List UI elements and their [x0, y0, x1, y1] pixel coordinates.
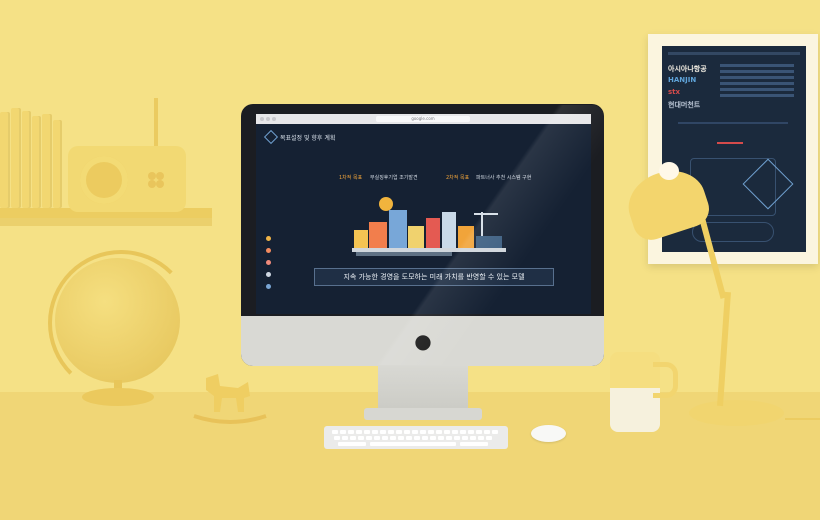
toy-horse-icon [193, 374, 267, 424]
screen-tagline: 지속 가능한 경영을 도모하는 미래 가치를 반영할 수 있는 모델 [314, 268, 554, 286]
goal1-text: 부실징후기업 조기발견 [370, 175, 418, 181]
side-dot-4[interactable] [266, 272, 271, 277]
goal2-text: 파트너사 추천 시스템 구현 [476, 175, 532, 181]
radio-antenna [154, 98, 158, 148]
apple-logo-icon: ● [414, 329, 432, 353]
side-dot-1[interactable] [266, 236, 271, 241]
window-minimize-dot[interactable] [266, 117, 270, 121]
imac-screen: google.com 목표설정 및 향후 계획 1차적 목표 부실징후기업 조기… [256, 114, 591, 314]
book-stack [0, 106, 68, 208]
window-close-dot[interactable] [260, 117, 264, 121]
side-dot-3[interactable] [266, 260, 271, 265]
poster-logo-stx: stx [668, 88, 681, 96]
side-dot-2[interactable] [266, 248, 271, 253]
globe [55, 258, 180, 383]
side-dot-5[interactable] [266, 284, 271, 289]
desk-lamp-base [689, 400, 784, 426]
browser-toolbar: google.com [256, 114, 591, 124]
desk-lamp-bulb [659, 162, 679, 180]
goal1-label: 1차적 목표 [339, 175, 363, 181]
keyboard[interactable] [324, 426, 508, 449]
mouse[interactable] [531, 425, 566, 442]
globe-base [82, 388, 154, 406]
city-illustration-icon [352, 197, 506, 256]
site-logo-icon [263, 129, 279, 145]
radio-dial-icon [144, 168, 168, 192]
wall-shelf-shadow [0, 218, 212, 226]
browser-url-field[interactable]: google.com [376, 116, 470, 122]
sun-icon [379, 197, 393, 211]
poster-logo-asiana: 아시아나항공 [668, 65, 707, 73]
radio-speaker [80, 156, 128, 204]
site-title: 목표설정 및 향후 계획 [280, 135, 336, 142]
goal2-label: 2차적 목표 [446, 175, 470, 181]
imac-stand-foot [364, 408, 482, 420]
desk-lamp-cord [785, 418, 820, 420]
poster-logo-hyundai: 현대머천트 [668, 101, 701, 109]
window-zoom-dot[interactable] [272, 117, 276, 121]
mug-handle [653, 362, 678, 398]
poster-logo-hanjin: HANJIN [668, 76, 697, 84]
